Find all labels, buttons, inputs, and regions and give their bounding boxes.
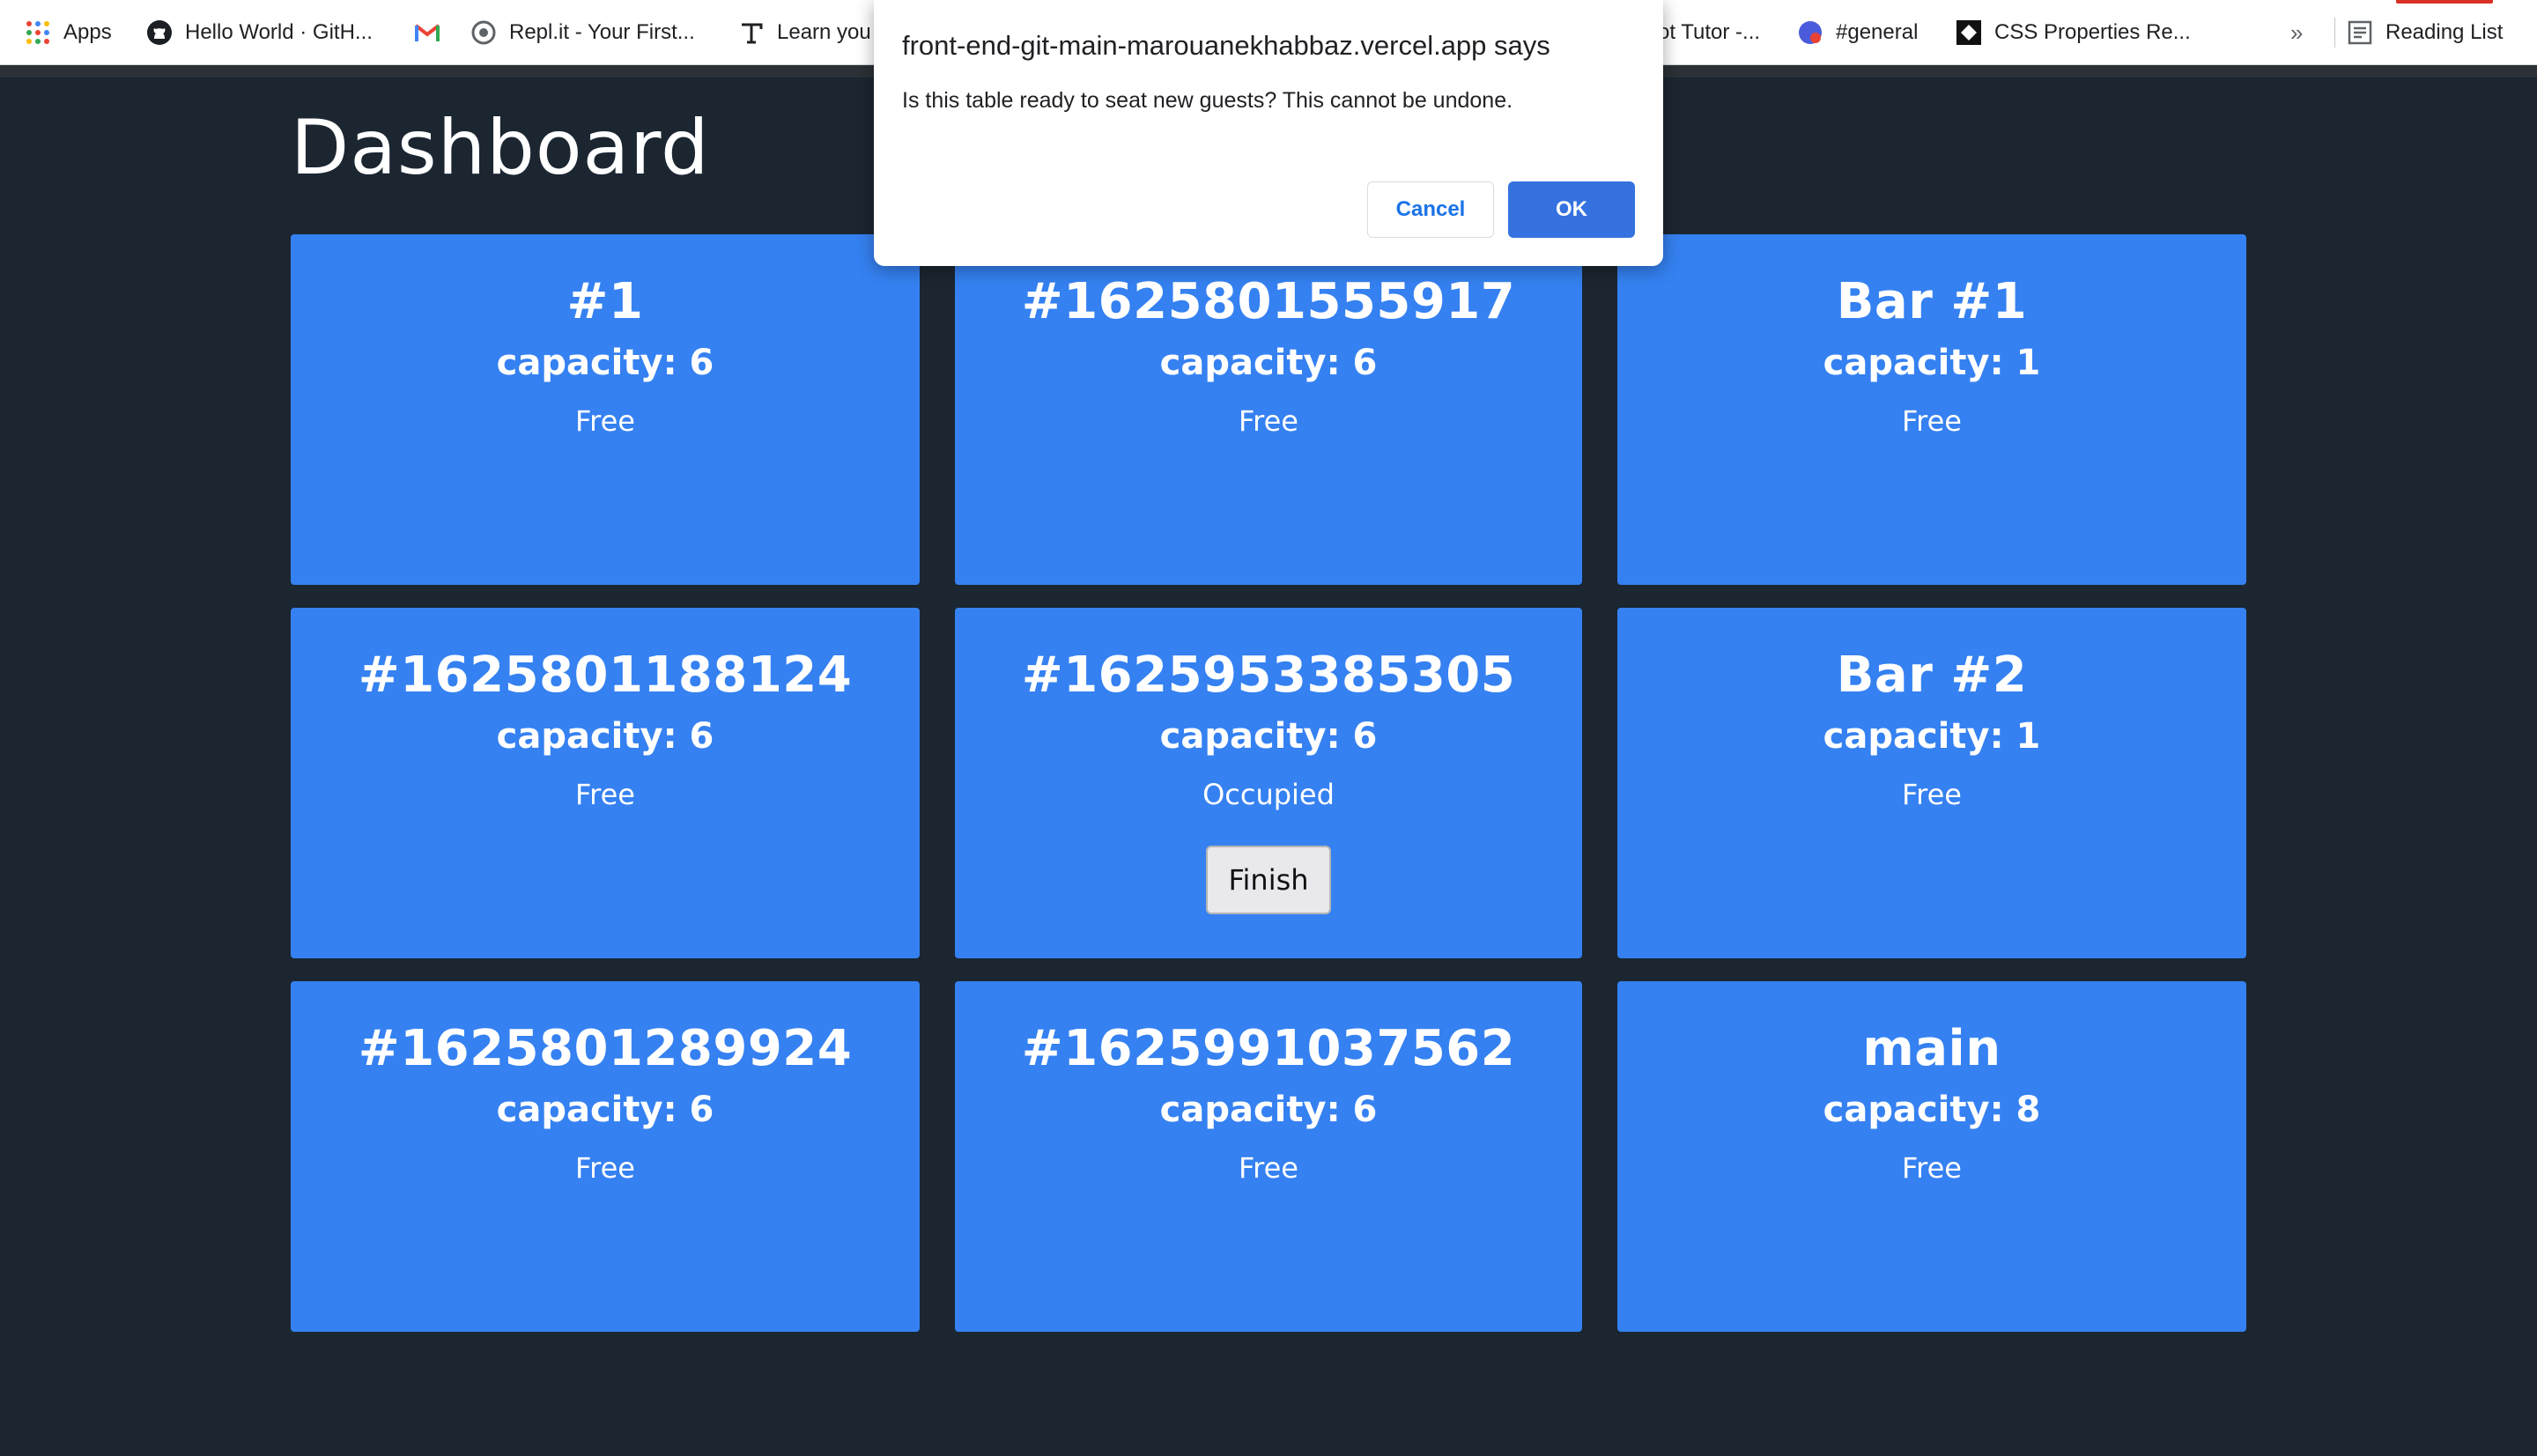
confirm-dialog: front-end-git-main-marouanekhabbaz.verce… — [874, 0, 1663, 266]
table-name: #1625801555917 — [1021, 273, 1516, 330]
github-icon — [146, 19, 173, 46]
table-card[interactable]: Bar #1 capacity: 1 Free — [1617, 234, 2246, 585]
table-status: Free — [575, 404, 635, 438]
ok-button[interactable]: OK — [1508, 181, 1635, 238]
reading-list-button[interactable]: Reading List — [2347, 0, 2503, 65]
table-name: #1625801188124 — [358, 647, 853, 704]
table-capacity: capacity: 8 — [1823, 1090, 2041, 1130]
codepen-icon — [1956, 19, 1982, 46]
table-card[interactable]: #1625991037562 capacity: 6 Free — [955, 981, 1582, 1332]
bookmark-label: Apps — [63, 20, 112, 44]
bookmark-github[interactable]: Hello World · GitH... — [146, 0, 373, 65]
cancel-button[interactable]: Cancel — [1367, 181, 1494, 238]
table-capacity: capacity: 6 — [496, 1090, 714, 1130]
table-capacity: capacity: 6 — [496, 343, 714, 383]
table-card[interactable]: main capacity: 8 Free — [1617, 981, 2246, 1332]
reading-list-icon — [2347, 19, 2373, 46]
table-status: Free — [1902, 404, 1962, 438]
table-capacity: capacity: 6 — [496, 716, 714, 757]
slack-like-icon — [1797, 19, 1823, 46]
table-status: Free — [1902, 778, 1962, 811]
table-name: #1625801289924 — [358, 1020, 853, 1077]
table-card[interactable]: #1625953385305 capacity: 6 Occupied Fini… — [955, 608, 1582, 958]
table-name: main — [1862, 1020, 2001, 1077]
bookmarks-separator — [2334, 18, 2335, 48]
table-capacity: capacity: 6 — [1159, 716, 1378, 757]
bookmark-label: #general — [1836, 20, 1919, 44]
replit-icon — [470, 19, 497, 46]
bookmark-general[interactable]: #general — [1797, 0, 1918, 65]
bookmark-label: Learn you — [777, 20, 871, 44]
table-status: Free — [1239, 404, 1298, 438]
bookmark-label: Hello World · GitH... — [185, 20, 373, 44]
table-card[interactable]: Bar #2 capacity: 1 Free — [1617, 608, 2246, 958]
table-name: Bar #2 — [1836, 647, 2028, 704]
bookmark-replit[interactable]: Repl.it - Your First... — [470, 0, 695, 65]
bookmark-gmail[interactable] — [414, 0, 440, 65]
bookmark-learn[interactable]: Learn you — [738, 0, 871, 65]
dialog-message: Is this table ready to seat new guests? … — [902, 88, 1513, 113]
table-name: #1625953385305 — [1021, 647, 1516, 704]
table-capacity: capacity: 1 — [1823, 716, 2041, 757]
bookmarks-overflow-button[interactable]: » — [2290, 0, 2303, 65]
table-name: #1625991037562 — [1021, 1020, 1516, 1077]
dialog-title: front-end-git-main-marouanekhabbaz.verce… — [902, 30, 1550, 61]
bookmark-tutor[interactable]: ot Tutor -... — [1658, 0, 1760, 65]
typography-icon — [738, 19, 765, 46]
table-status: Free — [575, 778, 635, 811]
table-capacity: capacity: 1 — [1823, 343, 2041, 383]
table-name: Bar #1 — [1836, 273, 2028, 330]
table-capacity: capacity: 6 — [1159, 343, 1378, 383]
table-card[interactable]: #1625801289924 capacity: 6 Free — [291, 981, 920, 1332]
table-status: Occupied — [1202, 778, 1335, 811]
table-status: Free — [575, 1151, 635, 1185]
bookmark-label: Repl.it - Your First... — [509, 20, 695, 44]
table-capacity: capacity: 6 — [1159, 1090, 1378, 1130]
table-card[interactable]: #1 capacity: 6 Free — [291, 234, 920, 585]
apps-grid-icon — [25, 19, 51, 46]
table-status: Free — [1902, 1151, 1962, 1185]
bookmark-label: ot Tutor -... — [1658, 20, 1761, 44]
gmail-icon — [414, 19, 440, 46]
table-card[interactable]: #1625801188124 capacity: 6 Free — [291, 608, 920, 958]
bookmark-css-properties[interactable]: CSS Properties Re... — [1956, 0, 2191, 65]
finish-button[interactable]: Finish — [1206, 846, 1331, 914]
bookmark-apps[interactable]: Apps — [25, 0, 112, 65]
reading-list-label: Reading List — [2385, 20, 2504, 44]
table-status: Free — [1239, 1151, 1298, 1185]
table-card[interactable]: #1625801555917 capacity: 6 Free — [955, 234, 1582, 585]
bookmark-label: CSS Properties Re... — [1994, 20, 2191, 44]
tables-grid: #1 capacity: 6 Free #1625801555917 capac… — [291, 234, 2246, 1332]
page-title: Dashboard — [291, 104, 710, 192]
table-name: #1 — [566, 273, 644, 330]
